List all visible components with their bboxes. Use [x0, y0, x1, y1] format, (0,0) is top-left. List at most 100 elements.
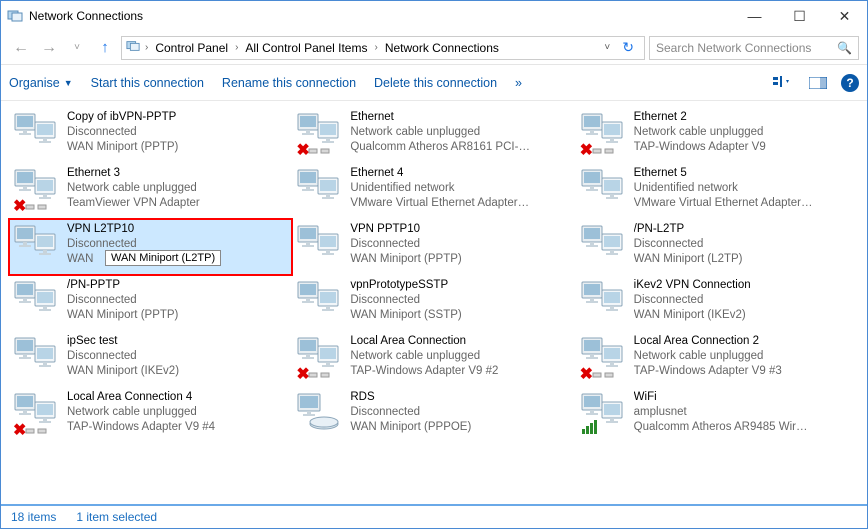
connection-item[interactable]: ✖Local Area ConnectionNetwork cable unpl…: [292, 331, 575, 387]
connection-item[interactable]: ✖EthernetNetwork cable unpluggedQualcomm…: [292, 107, 575, 163]
more-tools-button[interactable]: »: [515, 76, 522, 90]
connection-item[interactable]: /PN-L2TPDisconnectedWAN Miniport (L2TP): [576, 219, 859, 275]
navigation-bar: ← → ˅ ↑ › Control Panel › All Control Pa…: [1, 31, 867, 65]
connection-status: Network cable unplugged: [634, 125, 766, 140]
view-tools: ?: [769, 71, 859, 95]
address-bar[interactable]: › Control Panel › All Control Panel Item…: [121, 36, 645, 60]
app-icon: [7, 8, 23, 24]
connection-icon: [13, 278, 61, 326]
connection-item[interactable]: VPN L2TP10DisconnectedWANWAN Miniport (L…: [9, 219, 292, 275]
back-button[interactable]: ←: [9, 36, 33, 60]
help-button[interactable]: ?: [841, 74, 859, 92]
connection-icon: [580, 390, 628, 438]
chevron-right-icon[interactable]: ›: [142, 42, 151, 53]
connection-adapter: TAP-Windows Adapter V9: [634, 140, 766, 155]
connection-name: WiFi: [634, 390, 814, 405]
cable-icon: [25, 199, 47, 215]
connection-adapter: Qualcomm Atheros AR8161 PCI-E...: [350, 140, 530, 155]
connection-item[interactable]: ✖Ethernet 3Network cable unpluggedTeamVi…: [9, 163, 292, 219]
chevron-right-icon[interactable]: ›: [371, 42, 380, 53]
connection-status: Disconnected: [67, 293, 178, 308]
connection-adapter: WAN Miniport (L2TP): [634, 252, 743, 267]
connection-item[interactable]: ✖ Ethernet 2Network cable unpluggedTAP-Wi…: [576, 107, 859, 163]
cable-icon: [308, 143, 330, 159]
connection-adapter: WAN Miniport (PPTP): [67, 140, 178, 155]
connection-item[interactable]: Copy of ibVPN-PPTPDisconnectedWAN Minipo…: [9, 107, 292, 163]
connection-status: amplusnet: [634, 405, 814, 420]
connection-status: Unidentified network: [350, 181, 530, 196]
connection-icon: [296, 278, 344, 326]
connection-item[interactable]: WiFiamplusnetQualcomm Atheros AR9485 Wir…: [576, 387, 859, 443]
connection-item[interactable]: VPN PPTP10DisconnectedWAN Miniport (PPTP…: [292, 219, 575, 275]
connection-item[interactable]: Ethernet 5Unidentified networkVMware Vir…: [576, 163, 859, 219]
window-controls: — ☐ ✕: [732, 1, 867, 31]
search-input[interactable]: Search Network Connections 🔍: [649, 36, 859, 60]
connection-name: Ethernet 4: [350, 166, 530, 181]
preview-pane-button[interactable]: [805, 71, 831, 95]
connection-icon: [580, 278, 628, 326]
cable-icon: [592, 367, 614, 383]
cable-icon: [308, 367, 330, 383]
connection-adapter: WAN Miniport (SSTP): [350, 308, 461, 323]
connection-icon: [296, 166, 344, 214]
toolbar: Organise ▼ Start this connection Rename …: [1, 65, 867, 101]
connection-name: Ethernet 5: [634, 166, 814, 181]
connection-adapter: TAP-Windows Adapter V9 #4: [67, 420, 215, 435]
connection-icon: ✖: [580, 334, 628, 382]
connection-adapter: WAN Miniport (IKEv2): [67, 364, 179, 379]
rename-connection-button[interactable]: Rename this connection: [222, 76, 356, 90]
forward-button[interactable]: →: [37, 36, 61, 60]
connection-icon: [580, 222, 628, 270]
search-icon[interactable]: 🔍: [837, 41, 852, 55]
up-button[interactable]: ↑: [93, 36, 117, 60]
breadcrumb-network-connections[interactable]: Network Connections: [383, 41, 501, 55]
connection-icon: [296, 390, 344, 438]
view-options-button[interactable]: [769, 71, 795, 95]
minimize-button[interactable]: —: [732, 1, 777, 31]
recent-dropdown[interactable]: ˅: [65, 36, 89, 60]
connection-name: /PN-PPTP: [67, 278, 178, 293]
connection-name: Ethernet: [350, 110, 530, 125]
breadcrumb-control-panel[interactable]: Control Panel: [153, 41, 230, 55]
refresh-button[interactable]: ↻: [616, 39, 640, 56]
connection-adapter: TeamViewer VPN Adapter: [67, 196, 200, 211]
connection-list: Copy of ibVPN-PPTPDisconnectedWAN Minipo…: [1, 101, 867, 511]
connection-name: VPN PPTP10: [350, 222, 461, 237]
connection-adapter: WAN Miniport (PPTP): [67, 308, 178, 323]
connection-item[interactable]: vpnPrototypeSSTPDisconnectedWAN Miniport…: [292, 275, 575, 331]
close-button[interactable]: ✕: [822, 1, 867, 31]
connection-icon: [13, 334, 61, 382]
connection-status: Network cable unplugged: [634, 349, 782, 364]
connection-item[interactable]: iKev2 VPN ConnectionDisconnectedWAN Mini…: [576, 275, 859, 331]
start-connection-button[interactable]: Start this connection: [91, 76, 204, 90]
maximize-button[interactable]: ☐: [777, 1, 822, 31]
connection-item[interactable]: ✖Local Area Connection 4Network cable un…: [9, 387, 292, 443]
connection-status: Network cable unplugged: [67, 181, 200, 196]
connection-item[interactable]: ipSec testDisconnectedWAN Miniport (IKEv…: [9, 331, 292, 387]
connection-adapter: TAP-Windows Adapter V9 #2: [350, 364, 498, 379]
connection-status: Network cable unplugged: [350, 349, 498, 364]
delete-connection-button[interactable]: Delete this connection: [374, 76, 497, 90]
connection-adapter: TAP-Windows Adapter V9 #3: [634, 364, 782, 379]
connection-status: Disconnected: [634, 293, 751, 308]
connection-item[interactable]: Ethernet 4Unidentified networkVMware Vir…: [292, 163, 575, 219]
connection-item[interactable]: ✖Local Area Connection 2Network cable un…: [576, 331, 859, 387]
connection-icon: ✖: [580, 110, 628, 158]
breadcrumb-all-items[interactable]: All Control Panel Items: [243, 41, 369, 55]
connection-adapter: WAN Miniport (IKEv2): [634, 308, 751, 323]
chevron-right-icon[interactable]: ›: [232, 42, 241, 53]
connection-name: Ethernet 2: [634, 110, 766, 125]
connection-item[interactable]: RDSDisconnectedWAN Miniport (PPPOE): [292, 387, 575, 443]
connection-icon: [13, 110, 61, 158]
address-dropdown-icon[interactable]: ˅: [600, 42, 614, 53]
connection-icon: [296, 222, 344, 270]
connection-item[interactable]: /PN-PPTPDisconnectedWAN Miniport (PPTP): [9, 275, 292, 331]
cable-icon: [25, 423, 47, 439]
organise-button[interactable]: Organise ▼: [9, 76, 73, 90]
connection-icon: [13, 222, 61, 270]
connection-status: Disconnected: [350, 293, 461, 308]
caret-down-icon: ▼: [64, 78, 73, 88]
address-icon: [126, 39, 140, 56]
connection-status: Unidentified network: [634, 181, 814, 196]
window-title: Network Connections: [29, 9, 732, 23]
